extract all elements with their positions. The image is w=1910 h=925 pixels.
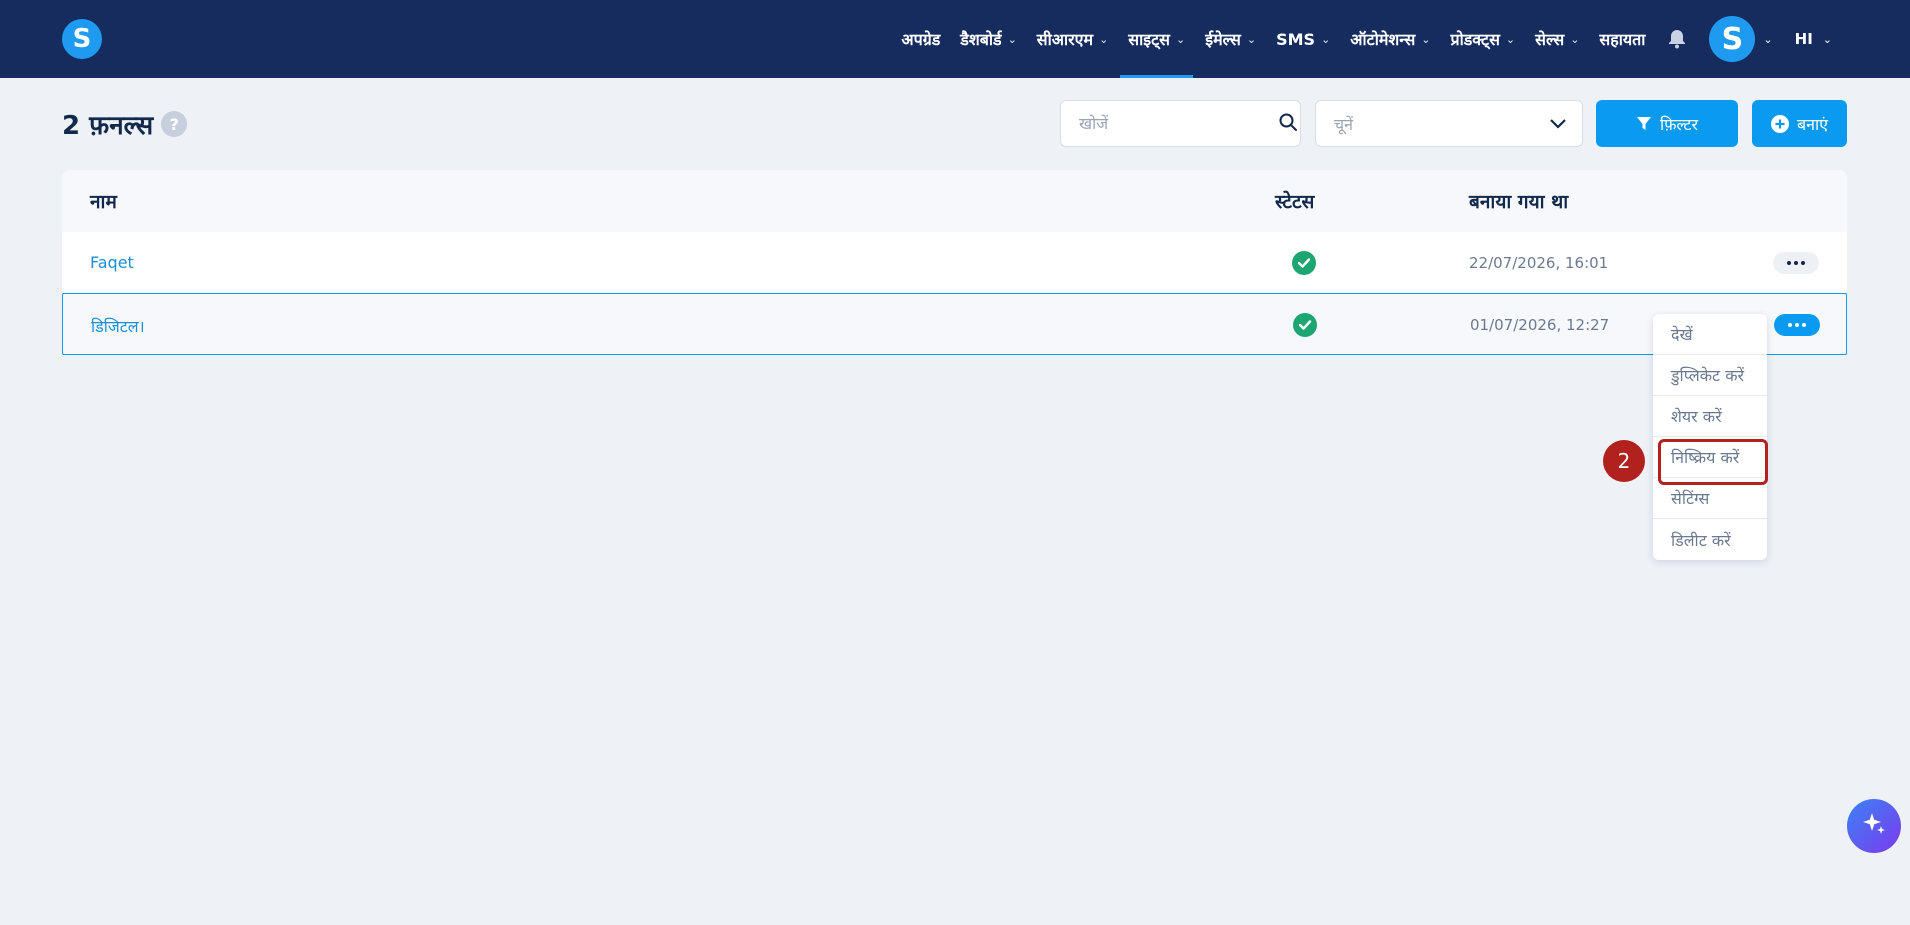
- step-badge: 2: [1603, 440, 1645, 482]
- nav-item-automations[interactable]: ऑटोमेशन्स ⌄: [1350, 0, 1430, 78]
- create-button[interactable]: बनाएं: [1752, 100, 1847, 147]
- top-navbar: S अपग्रेड डैशबोर्ड ⌄ सीआरएम ⌄ साइट्स ⌄ ईमेल…: [0, 0, 1910, 78]
- filter-button[interactable]: फ़िल्टर: [1596, 100, 1738, 147]
- check-circle-icon: [1293, 313, 1317, 337]
- chevron-down-icon: ⌄: [1570, 32, 1580, 46]
- chevron-down-icon: ⌄: [1822, 32, 1832, 46]
- chevron-down-icon: ⌄: [1246, 32, 1257, 46]
- table-row: Faqet 22/07/2026, 16:01: [62, 232, 1847, 294]
- nav-item-dashboard[interactable]: डैशबोर्ड ⌄: [960, 0, 1017, 78]
- bell-icon[interactable]: [1667, 28, 1687, 50]
- nav-item-sms[interactable]: SMS ⌄: [1276, 0, 1330, 78]
- funnel-select[interactable]: चूनें: [1315, 100, 1583, 147]
- nav-item-emails[interactable]: ईमेल्स ⌄: [1205, 0, 1256, 78]
- chevron-down-icon: ⌄: [1321, 32, 1331, 46]
- help-icon[interactable]: ?: [161, 111, 188, 137]
- created-date: 22/07/2026, 16:01: [1469, 254, 1609, 272]
- chevron-down-icon: ⌄: [1505, 32, 1516, 46]
- chevron-down-icon: [1550, 114, 1566, 133]
- menu-item-duplicate[interactable]: डुप्लिकेट करें: [1653, 355, 1767, 396]
- page-title: 2 फ़नल्स ?: [62, 106, 188, 142]
- funnel-name-link[interactable]: Faqet: [90, 253, 134, 272]
- nav-item-upgrade[interactable]: अपग्रेड: [901, 0, 940, 78]
- menu-item-delete[interactable]: डिलीट करें: [1653, 519, 1767, 560]
- column-header-status: स्टेटस: [1275, 191, 1315, 213]
- brand-logo[interactable]: S: [62, 19, 102, 59]
- main-nav: अपग्रेड डैशबोर्ड ⌄ सीआरएम ⌄ साइट्स ⌄ ईमेल्स…: [881, 0, 1832, 78]
- nav-item-help[interactable]: सहायता: [1599, 0, 1645, 78]
- avatar[interactable]: S: [1709, 16, 1756, 62]
- row-actions-button[interactable]: [1774, 314, 1820, 336]
- sparkle-icon: [1861, 811, 1887, 841]
- nav-item-crm[interactable]: सीआरएम ⌄: [1037, 0, 1109, 78]
- nav-item-sites[interactable]: साइट्स ⌄: [1120, 0, 1194, 78]
- funnels-table: नाम स्टेटस बनाया गया था Faqet 22/07/2026…: [62, 170, 1847, 355]
- nav-item-sales[interactable]: सेल्स ⌄: [1535, 0, 1579, 78]
- chevron-down-icon: ⌄: [1421, 32, 1431, 46]
- row-actions-button[interactable]: [1773, 252, 1819, 274]
- funnel-name-link[interactable]: डिजिटल।: [91, 315, 145, 337]
- chevron-down-icon: ⌄: [1007, 32, 1017, 46]
- plus-circle-icon: [1770, 114, 1789, 133]
- check-circle-icon: [1292, 251, 1316, 275]
- created-date: 01/07/2026, 12:27: [1470, 316, 1610, 334]
- table-header: नाम स्टेटस बनाया गया था: [62, 170, 1847, 232]
- menu-item-deactivate[interactable]: निष्क्रिय करें: [1653, 437, 1768, 485]
- chevron-down-icon: ⌄: [1176, 32, 1186, 46]
- filter-icon: [1636, 116, 1652, 132]
- nav-item-products[interactable]: प्रोडक्ट्स ⌄: [1451, 0, 1516, 78]
- search-input[interactable]: [1079, 114, 1279, 133]
- search-field[interactable]: [1060, 100, 1301, 147]
- menu-item-view[interactable]: देखें: [1653, 314, 1767, 355]
- language-switcher[interactable]: HI ⌄: [1795, 30, 1832, 48]
- column-header-created: बनाया गया था: [1469, 191, 1569, 213]
- ai-assistant-button[interactable]: [1847, 799, 1901, 853]
- chevron-down-icon: ⌄: [1099, 32, 1109, 46]
- search-icon[interactable]: [1279, 113, 1297, 135]
- menu-item-settings[interactable]: सेटिंग्स: [1653, 478, 1767, 519]
- column-header-name: नाम: [90, 191, 117, 213]
- row-actions-menu: देखें डुप्लिकेट करें शेयर करें निष्क्रिय…: [1653, 314, 1768, 560]
- table-row: डिजिटल। 01/07/2026, 12:27: [62, 293, 1847, 355]
- menu-item-share[interactable]: शेयर करें: [1653, 396, 1767, 437]
- chevron-down-icon[interactable]: ⌄: [1763, 33, 1772, 46]
